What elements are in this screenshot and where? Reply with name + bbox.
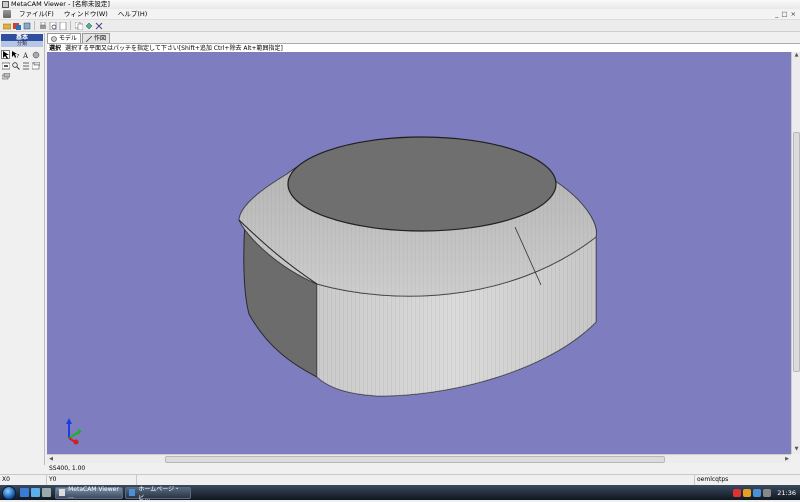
menu-file[interactable]: ファイル(F) <box>14 9 59 20</box>
zoom-icon[interactable] <box>11 61 20 70</box>
panel-subheader[interactable]: 分類 <box>1 41 43 47</box>
prompt-text: 選択する平面又はパッチを指定して下さい[Shift+追加 Ctrl+除去 Alt… <box>65 45 283 52</box>
system-tray: 21:36 <box>733 488 800 497</box>
task-metacam[interactable]: MetaCAM Viewer ... <box>55 485 123 500</box>
clock[interactable]: 21:36 <box>777 489 796 497</box>
open-icon[interactable] <box>2 21 11 30</box>
switch-windows-icon[interactable] <box>42 488 51 497</box>
y-coordinate: Y0 <box>47 475 137 485</box>
app-window: MetaCAM Viewer - [名称未設定] ファイル(F) ウィンドウ(W… <box>0 0 800 485</box>
redraw-icon[interactable] <box>84 21 93 30</box>
3d-viewport[interactable] <box>47 52 791 454</box>
task-homepage-label: ホームページ・ビ... <box>138 485 181 502</box>
task-metacam-label: MetaCAM Viewer ... <box>68 485 119 500</box>
network-icon[interactable] <box>753 488 762 497</box>
prompt-mode: 選択 <box>49 45 62 52</box>
close-button[interactable]: × <box>791 10 796 18</box>
internet-explorer-icon[interactable] <box>31 488 40 497</box>
copy-icon[interactable] <box>74 21 83 30</box>
export-icon[interactable] <box>22 21 31 30</box>
list-icon[interactable] <box>21 61 30 70</box>
toolbar-separator <box>70 21 71 30</box>
horizontal-scrollbar[interactable]: ◀ ▶ <box>47 454 791 463</box>
top-face[interactable] <box>287 136 557 232</box>
tool-row: ? A <box>0 49 44 60</box>
svg-text:A: A <box>22 52 29 59</box>
show-desktop-icon[interactable] <box>20 488 29 497</box>
snap-icon[interactable] <box>94 21 103 30</box>
license-code: oemlcqtps <box>694 475 800 485</box>
tab-model[interactable]: モデル <box>47 33 82 43</box>
document-window-controls: _ □ × <box>775 10 800 18</box>
layers-icon[interactable] <box>1 72 10 81</box>
tool-row <box>0 71 44 82</box>
text-tool-icon[interactable]: A <box>21 50 30 59</box>
svg-text:?: ? <box>16 54 19 59</box>
layer-tool-icon[interactable] <box>31 50 40 59</box>
view-frame-icon[interactable] <box>1 61 10 70</box>
tool-row <box>0 60 44 71</box>
tray-app-icon[interactable] <box>733 488 742 497</box>
scroll-up-icon[interactable]: ▲ <box>792 52 800 60</box>
vertical-scrollbar[interactable]: ▲ ▼ <box>791 52 800 454</box>
page-setup-icon[interactable] <box>58 21 67 30</box>
import-icon[interactable] <box>12 21 21 30</box>
print-preview-icon[interactable] <box>48 21 57 30</box>
menu-window[interactable]: ウィンドウ(W) <box>59 9 113 20</box>
tab-drawing[interactable]: 作図 <box>82 33 111 43</box>
vertical-scroll-thumb[interactable] <box>793 132 800 372</box>
menu-bar: ファイル(F) ウィンドウ(W) ヘルプ(H) _ □ × <box>0 9 800 20</box>
volume-icon[interactable] <box>763 488 772 497</box>
properties-icon[interactable] <box>31 61 40 70</box>
document-icon[interactable] <box>3 10 11 18</box>
tab-model-label: モデル <box>59 35 78 42</box>
draw-icon <box>86 35 93 42</box>
toolbar-separator <box>34 21 35 30</box>
restore-button[interactable]: □ <box>781 10 787 18</box>
homepage-task-icon <box>129 489 136 496</box>
select-help-icon[interactable]: ? <box>11 50 20 59</box>
material-status: SS400, 1.00 <box>49 465 86 472</box>
minimize-button[interactable]: _ <box>775 10 778 18</box>
menu-help[interactable]: ヘルプ(H) <box>113 9 152 20</box>
select-arrow-icon[interactable] <box>1 50 10 59</box>
model-icon <box>51 35 57 42</box>
start-button[interactable] <box>2 485 16 500</box>
taskbar: MetaCAM Viewer ... ホームページ・ビ... 21:36 <box>0 485 800 502</box>
command-prompt: 選択 選択する平面又はパッチを指定して下さい[Shift+追加 Ctrl+除去 A… <box>47 43 800 52</box>
status-bar: SS400, 1.00 <box>47 463 800 474</box>
print-icon[interactable] <box>38 21 47 30</box>
ime-icon[interactable] <box>743 488 752 497</box>
tab-drawing-label: 作図 <box>94 35 107 42</box>
scroll-down-icon[interactable]: ▼ <box>792 446 800 454</box>
task-homepage[interactable]: ホームページ・ビ... <box>125 485 191 502</box>
main-toolbar <box>0 20 800 32</box>
view-tabs: モデル 作図 <box>47 33 111 43</box>
app-icon <box>2 1 9 8</box>
horizontal-scroll-thumb[interactable] <box>165 456 665 463</box>
model-canvas[interactable] <box>47 52 791 454</box>
panel-header[interactable]: 基本 <box>1 34 43 41</box>
x-coordinate: X0 <box>0 475 47 485</box>
coordinate-bar: X0 Y0 oemlcqtps <box>0 474 800 485</box>
left-tool-panel: 基本 分類 ? A <box>0 33 45 465</box>
axis-triad <box>66 418 82 445</box>
metacam-task-icon <box>59 489 66 496</box>
